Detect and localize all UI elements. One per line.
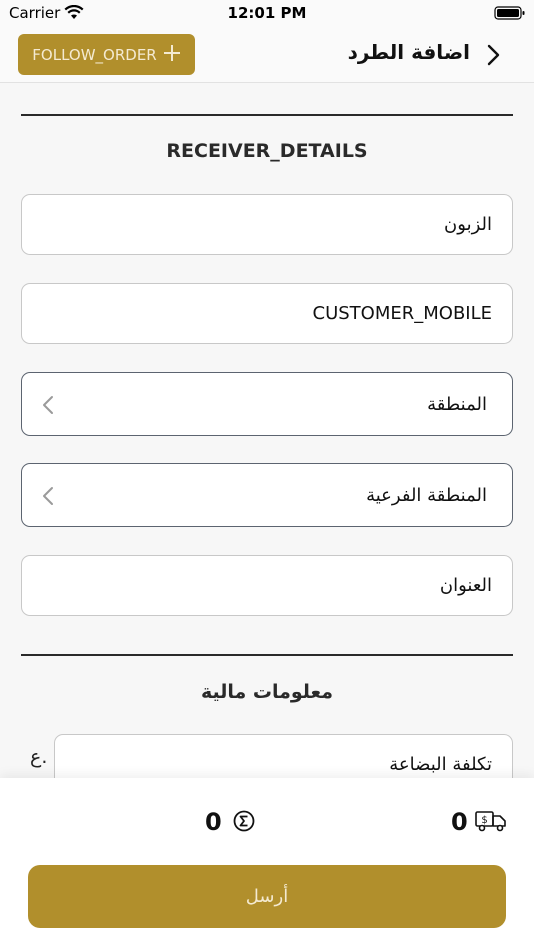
region-label: المنطقة [427,393,487,415]
plus-icon [163,44,181,66]
page-title: اضافة الطرد [347,40,470,64]
section-divider [21,114,513,116]
status-bar: Carrier 12:01 PM [0,0,534,28]
status-time: 12:01 PM [227,4,307,22]
follow-order-label: FOLLOW_ORDER [32,45,157,64]
financial-section-title: معلومات مالية [200,681,334,703]
subregion-label: المنطقة الفرعية [366,484,487,506]
customer-name-placeholder: الزبون [444,214,492,235]
svg-text:$: $ [481,815,487,826]
region-select[interactable]: المنطقة [21,372,513,436]
sigma-icon [233,810,255,836]
customer-mobile-field[interactable]: CUSTOMER_MOBILE [21,283,513,344]
total-value: 0 [205,808,222,836]
back-icon[interactable] [486,44,500,70]
nav-bar: FOLLOW_ORDER اضافة الطرد [0,28,534,83]
chevron-left-icon [42,486,54,510]
delivery-value: 0 [451,808,468,836]
follow-order-button[interactable]: FOLLOW_ORDER [18,34,195,75]
screen: Carrier 12:01 PM FOLLOW_ORDER اضافة الطر… [0,0,534,950]
chevron-left-icon [42,395,54,419]
section-divider [21,654,513,656]
receiver-section-title: RECEIVER_DETAILS [166,140,368,162]
send-button[interactable]: أرسل [28,865,506,928]
address-field[interactable]: العنوان [21,555,513,616]
bottom-summary-panel: 0 0 $ أرسل [0,778,534,950]
truck-icon: $ [474,810,508,836]
subregion-select[interactable]: المنطقة الفرعية [21,463,513,527]
customer-mobile-placeholder: CUSTOMER_MOBILE [312,303,493,324]
address-placeholder: العنوان [439,575,492,596]
customer-name-field[interactable]: الزبون [21,194,513,255]
battery-icon [494,6,526,25]
currency-label: ع. [30,746,48,768]
send-label: أرسل [245,886,289,907]
